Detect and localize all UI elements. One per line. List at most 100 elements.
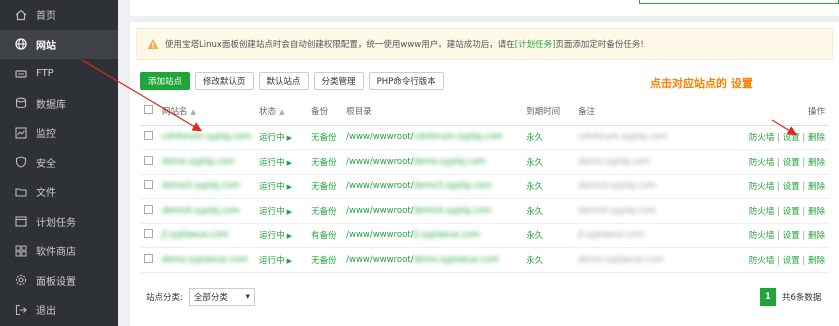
site-note[interactable]: jl.syplaeue.com	[578, 230, 645, 240]
delete-link[interactable]: 删除	[808, 231, 825, 241]
sidebar-item-label: 网站	[36, 40, 56, 52]
category-manage-button[interactable]: 分类管理	[313, 72, 364, 90]
sidebar-item-database[interactable]: 数据库	[0, 89, 118, 119]
site-note[interactable]: demo4.syplaj.com	[578, 206, 656, 216]
row-checkbox[interactable]	[144, 229, 153, 239]
site-backup[interactable]: 无备份	[307, 174, 343, 199]
toolbar: 添加站点 修改默认页 默认站点 分类管理 PHP命令行版本	[140, 72, 449, 90]
php-version-button[interactable]: PHP命令行版本	[368, 72, 444, 90]
firewall-link[interactable]: 防火墙	[749, 158, 775, 168]
site-backup[interactable]: 无备份	[307, 125, 343, 150]
site-name[interactable]: demo.syplaeue.com	[162, 255, 248, 265]
settings-link[interactable]: 设置	[783, 158, 800, 168]
col-root: 根目录	[342, 97, 523, 126]
sort-icon: ▲	[190, 107, 196, 116]
sidebar-item-monitor[interactable]: 监控	[0, 118, 118, 148]
site-root[interactable]: /www/wwwroot/jl.syplaeue.com	[342, 223, 523, 248]
firewall-link[interactable]: 防火墙	[749, 256, 775, 266]
sidebar-item-home[interactable]: 首页	[0, 0, 118, 30]
site-root[interactable]: /www/wwwroot/demo.syplaeue.com	[342, 247, 523, 273]
add-site-button[interactable]: 添加站点	[140, 72, 191, 90]
site-root[interactable]: /www/wwwroot/demo3.syplaj.com	[342, 174, 523, 199]
site-backup[interactable]: 无备份	[307, 247, 343, 273]
sidebar-item-ftp[interactable]: FTP	[0, 59, 118, 89]
site-name[interactable]: demo.syplaj.com	[162, 157, 234, 167]
site-status[interactable]: 运行中 ▶	[255, 149, 308, 175]
top-tab[interactable]	[639, 0, 839, 4]
col-expire[interactable]: 到期时间	[522, 97, 575, 126]
delete-link[interactable]: 删除	[808, 182, 825, 192]
site-backup[interactable]: 有备份	[307, 223, 343, 248]
page-button[interactable]: 1	[760, 288, 776, 306]
row-checkbox[interactable]	[144, 131, 153, 141]
default-site-button[interactable]: 默认站点	[258, 72, 309, 90]
site-note[interactable]: demo3.syplaj.com	[578, 181, 656, 191]
sidebar-item-logout[interactable]: 退出	[0, 295, 118, 325]
home-icon	[14, 8, 28, 22]
site-root[interactable]: /www/wwwroot/demo4.syplaj.com	[342, 198, 523, 224]
cron-link[interactable]: [计划任务]	[515, 38, 556, 50]
sidebar-item-security[interactable]: 安全	[0, 148, 118, 178]
top-bar	[130, 0, 839, 16]
firewall-link[interactable]: 防火墙	[749, 182, 775, 192]
site-status[interactable]: 运行中 ▶	[255, 125, 308, 150]
settings-link[interactable]: 设置	[783, 133, 800, 143]
sidebar-item-label: 首页	[36, 11, 56, 23]
total-count: 共6条数据	[782, 293, 822, 303]
row-checkbox[interactable]	[144, 204, 153, 214]
site-expire[interactable]: 永久	[522, 174, 575, 199]
firewall-link[interactable]: 防火墙	[749, 207, 775, 217]
table-row: demo.syplaj.com 运行中 ▶ 无备份/www/wwwroot/demo.…	[140, 149, 829, 175]
sidebar-item-label: 退出	[36, 306, 56, 318]
play-icon: ▶	[286, 256, 293, 265]
delete-link[interactable]: 删除	[808, 133, 825, 143]
firewall-link[interactable]: 防火墙	[749, 231, 775, 241]
site-note[interactable]: demo.syplaeue.com	[578, 255, 664, 265]
select-all-checkbox[interactable]	[144, 104, 153, 114]
main-content: 使用宝塔Linux面板创建站点时会自动创建权限配置，统一使用www用户。建站成功…	[130, 0, 839, 326]
site-name[interactable]: jl.syplaeue.com	[162, 230, 229, 240]
settings-link[interactable]: 设置	[783, 207, 800, 217]
site-backup[interactable]: 无备份	[307, 198, 343, 224]
site-status[interactable]: 运行中 ▶	[255, 247, 308, 273]
sidebar-item-website[interactable]: 网站	[0, 29, 118, 59]
category-select[interactable]: 全部分类 ▾	[188, 288, 255, 306]
row-actions: 防火墙 | 设置 | 删除	[742, 247, 829, 273]
site-expire[interactable]: 永久	[522, 223, 575, 248]
row-checkbox[interactable]	[144, 155, 153, 165]
site-name[interactable]: cdnforum.syplaj.com	[162, 132, 251, 142]
row-checkbox[interactable]	[144, 180, 153, 190]
site-note[interactable]: demo.syplaj.com	[578, 157, 650, 167]
settings-link[interactable]: 设置	[783, 182, 800, 192]
site-root[interactable]: /www/wwwroot/demo.syplaj.com	[342, 149, 523, 175]
settings-link[interactable]: 设置	[783, 256, 800, 266]
notice-banner: 使用宝塔Linux面板创建站点时会自动创建权限配置，统一使用www用户。建站成功…	[136, 28, 833, 60]
site-name[interactable]: demo4.syplaj.com	[162, 206, 240, 216]
settings-link[interactable]: 设置	[783, 231, 800, 241]
firewall-link[interactable]: 防火墙	[749, 133, 775, 143]
sidebar-item-label: 文件	[36, 188, 56, 200]
calendar-icon	[14, 214, 28, 228]
site-expire[interactable]: 永久	[522, 149, 575, 175]
site-status[interactable]: 运行中 ▶	[255, 223, 308, 248]
sidebar-item-store[interactable]: 软件商店	[0, 236, 118, 266]
site-status[interactable]: 运行中 ▶	[255, 198, 308, 224]
sidebar-item-cron[interactable]: 计划任务	[0, 207, 118, 237]
site-root[interactable]: /www/wwwroot/cdnforum.syplaj.com	[342, 125, 523, 150]
sidebar-item-files[interactable]: 文件	[0, 177, 118, 207]
row-checkbox[interactable]	[144, 253, 153, 263]
site-status[interactable]: 运行中 ▶	[255, 174, 308, 199]
col-name[interactable]: 网站名 ▲	[158, 97, 256, 126]
site-expire[interactable]: 永久	[522, 198, 575, 224]
delete-link[interactable]: 删除	[808, 256, 825, 266]
delete-link[interactable]: 删除	[808, 207, 825, 217]
delete-link[interactable]: 删除	[808, 158, 825, 168]
edit-default-page-button[interactable]: 修改默认页	[195, 72, 254, 90]
site-note[interactable]: cdnforum.syplaj.com	[578, 132, 667, 142]
site-expire[interactable]: 永久	[522, 247, 575, 273]
site-name[interactable]: demo3.syplaj.com	[162, 181, 240, 191]
col-status[interactable]: 状态 ▲	[255, 97, 308, 126]
site-expire[interactable]: 永久	[522, 125, 575, 150]
site-backup[interactable]: 无备份	[307, 149, 343, 175]
sidebar-item-settings[interactable]: 面板设置	[0, 266, 118, 296]
